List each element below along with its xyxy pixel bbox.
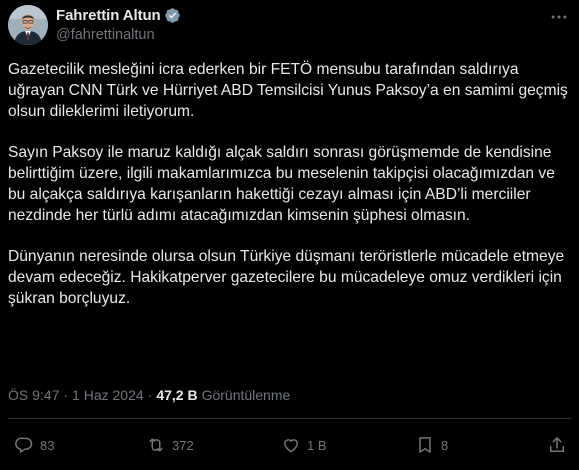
tweet-paragraph: Gazetecilik mesleğini icra ederken bir F…: [8, 61, 568, 120]
divider: [8, 418, 571, 419]
profile-photo-icon: [8, 5, 48, 45]
repost-button[interactable]: 372: [146, 433, 194, 457]
name-row: Fahrettin Altun: [56, 5, 181, 25]
user-info: Fahrettin Altun @fahrettinaltun: [56, 5, 181, 43]
tweet-paragraph: Sayın Paksoy ile maruz kaldığı alçak sal…: [8, 144, 555, 224]
share-icon: [550, 437, 564, 452]
bookmark-button[interactable]: 8: [415, 433, 448, 457]
tweet-text: Gazetecilik mesleğini icra ederken bir F…: [8, 59, 574, 329]
avatar[interactable]: [8, 5, 48, 45]
tweet-meta: ÖS 9:47 · 1 Haz 2024 · 47,2 B Görüntülen…: [8, 387, 290, 403]
reply-count: 83: [40, 437, 55, 453]
display-name[interactable]: Fahrettin Altun: [56, 7, 161, 24]
tweet-time[interactable]: ÖS 9:47: [8, 387, 59, 403]
share-button[interactable]: [547, 433, 567, 457]
user-handle[interactable]: @fahrettinaltun: [56, 27, 181, 43]
meta-separator: ·: [63, 387, 69, 403]
like-button[interactable]: 1 B: [281, 433, 327, 457]
views-label: Görüntülenme: [201, 387, 291, 403]
tweet-paragraph: Dünyanın neresinde olursa olsun Türkiye …: [8, 248, 565, 307]
tweet-header: Fahrettin Altun @fahrettinaltun: [8, 5, 571, 45]
like-count: 1 B: [307, 437, 327, 453]
bookmark-icon: [419, 437, 431, 453]
action-bar: 83 372 1 B 8: [0, 433, 579, 459]
reply-button[interactable]: 83: [14, 433, 54, 457]
repost-icon: [149, 438, 163, 452]
reply-icon: [15, 437, 33, 453]
tweet-date[interactable]: 1 Haz 2024: [72, 387, 144, 403]
views-count[interactable]: 47,2 B: [156, 387, 197, 403]
meta-separator: ·: [147, 387, 153, 403]
repost-count: 372: [172, 437, 194, 453]
tweet: Fahrettin Altun @fahrettinaltun Gazeteci…: [0, 0, 579, 470]
heart-icon: [284, 439, 298, 453]
verified-badge-icon[interactable]: [164, 7, 181, 24]
more-options-icon[interactable]: [549, 7, 569, 27]
bookmark-count: 8: [441, 437, 449, 453]
